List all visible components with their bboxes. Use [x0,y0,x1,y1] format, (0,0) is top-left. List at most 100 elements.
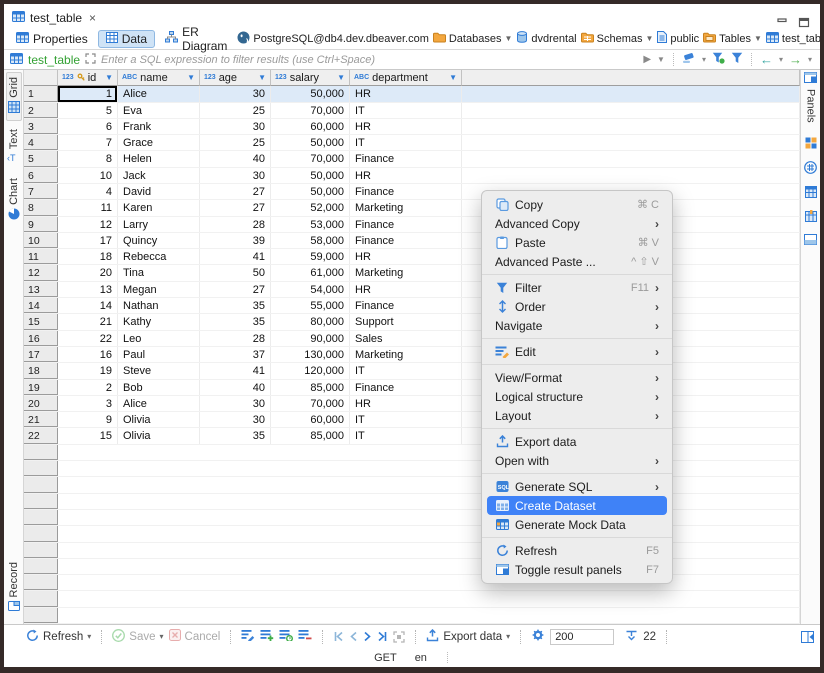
cell[interactable]: Megan [118,282,200,297]
cell[interactable]: Larry [118,217,200,232]
menu-item-navigate[interactable]: Navigate› [487,316,667,335]
tab-properties[interactable]: Properties [8,30,96,48]
cell[interactable]: 5 [58,103,118,118]
cell[interactable]: 40 [200,380,271,395]
menu-item-view-format[interactable]: View/Format› [487,368,667,387]
cell[interactable]: 11 [58,200,118,215]
row-number[interactable]: 5 [24,151,58,166]
cell[interactable]: 60,000 [271,412,350,427]
table-row[interactable]: 610Jack3050,000HR [24,168,800,184]
table-row[interactable]: 1017Quincy3958,000Finance [24,233,800,249]
menu-item-logical-structure[interactable]: Logical structure› [487,387,667,406]
table-row[interactable]: 25Eva2570,000IT [24,103,800,119]
maximize-results-icon[interactable] [801,631,814,643]
row-number[interactable]: 11 [24,249,58,264]
menu-item-paste[interactable]: Paste⌘ V [487,233,667,252]
cell[interactable]: 30 [200,396,271,411]
cell[interactable]: IT [350,103,462,118]
cell[interactable]: 14 [58,298,118,313]
menu-item-create-dataset[interactable]: Create Dataset [487,496,667,515]
cell[interactable]: 60,000 [271,119,350,134]
cell[interactable]: 27 [200,200,271,215]
cell[interactable]: Frank [118,119,200,134]
cell[interactable]: 90,000 [271,331,350,346]
grid-corner[interactable] [24,70,58,86]
cell[interactable]: 4 [58,184,118,199]
cell[interactable]: 12 [58,217,118,232]
cell[interactable]: Finance [350,217,462,232]
cell[interactable]: Helen [118,151,200,166]
cell[interactable]: 85,000 [271,428,350,443]
filter-history-dropdown-icon[interactable]: ▼ [657,55,665,64]
cell[interactable]: IT [350,412,462,427]
table-row[interactable]: 811Karen2752,000Marketing [24,200,800,216]
edit-row-icon[interactable] [241,629,255,644]
table-row[interactable]: 1414Nathan3555,000Finance [24,298,800,314]
save-button[interactable]: Save ▾ [112,629,163,645]
table-row[interactable]: 1622Leo2890,000Sales [24,331,800,347]
panels-icon[interactable] [804,72,817,86]
table-row[interactable]: 1716Paul37130,000Marketing [24,347,800,363]
column-filter-icon[interactable]: ▼ [187,73,195,82]
menu-item-open-with[interactable]: Open with› [487,451,667,470]
value-viewer-panel-icon[interactable] [804,234,817,248]
menu-item-layout[interactable]: Layout› [487,406,667,425]
cell[interactable]: 37 [200,347,271,362]
maximize-button[interactable] [798,17,810,28]
cell[interactable]: Tina [118,265,200,280]
table-row[interactable]: 1220Tina5061,000Marketing [24,265,800,281]
cell[interactable]: HR [350,396,462,411]
cell[interactable]: 28 [200,217,271,232]
table-row[interactable]: 219Olivia3060,000IT [24,412,800,428]
cell[interactable]: Finance [350,233,462,248]
menu-item-advanced-paste[interactable]: Advanced Paste ...^ ⇧ V [487,252,667,271]
back-arrow-icon[interactable]: ← [760,52,773,67]
cell[interactable]: Jack [118,168,200,183]
back-dropdown-icon[interactable]: ▾ [779,55,783,64]
cell[interactable]: Steve [118,363,200,378]
filter-icon[interactable] [731,51,743,69]
row-number[interactable]: 4 [24,135,58,150]
menu-item-generate-mock-data[interactable]: Generate Mock Data [487,515,667,534]
cell[interactable]: Alice [118,86,200,101]
menu-item-generate-sql[interactable]: SQLGenerate SQL› [487,477,667,496]
tab-er-diagram[interactable]: ER Diagram [157,23,235,55]
column-header-age[interactable]: 123age▼ [200,70,271,86]
cell[interactable]: Olivia [118,428,200,443]
cell[interactable]: 20 [58,265,118,280]
cell[interactable]: 28 [200,331,271,346]
cell[interactable]: 50,000 [271,86,350,101]
cell[interactable]: 10 [58,168,118,183]
cell[interactable]: Marketing [350,347,462,362]
column-header-name[interactable]: ABCname▼ [118,70,200,86]
row-number[interactable]: 20 [24,396,58,411]
row-number[interactable]: 21 [24,412,58,427]
forward-dropdown-icon[interactable]: ▾ [808,55,812,64]
last-row-icon[interactable] [377,631,388,642]
cell[interactable]: 27 [200,184,271,199]
cell[interactable]: 2 [58,380,118,395]
cell[interactable]: Kathy [118,314,200,329]
cell[interactable]: IT [350,363,462,378]
cell[interactable]: 80,000 [271,314,350,329]
row-number[interactable]: 6 [24,168,58,183]
cell[interactable]: 53,000 [271,217,350,232]
cell[interactable]: Finance [350,184,462,199]
row-number[interactable]: 17 [24,347,58,362]
cancel-button[interactable]: Cancel [169,629,221,644]
cell[interactable]: 22 [58,331,118,346]
view-tab-grid[interactable]: Grid [6,72,22,121]
breadcrumb-test-table[interactable]: test_table [766,32,824,46]
menu-item-edit[interactable]: Edit› [487,342,667,361]
delete-row-icon[interactable] [298,629,312,644]
cell[interactable]: 35 [200,428,271,443]
row-number[interactable]: 2 [24,103,58,118]
breadcrumb-tables[interactable]: Tables▼ [703,32,762,46]
chevron-down-icon[interactable]: ▼ [646,34,654,43]
sql-filter-input[interactable] [101,54,638,66]
table-row[interactable]: 1521Kathy3580,000Support [24,314,800,330]
breadcrumb-public[interactable]: public [657,31,699,46]
cell[interactable]: HR [350,282,462,297]
cell[interactable]: 40 [200,151,271,166]
table-row[interactable]: 912Larry2853,000Finance [24,217,800,233]
